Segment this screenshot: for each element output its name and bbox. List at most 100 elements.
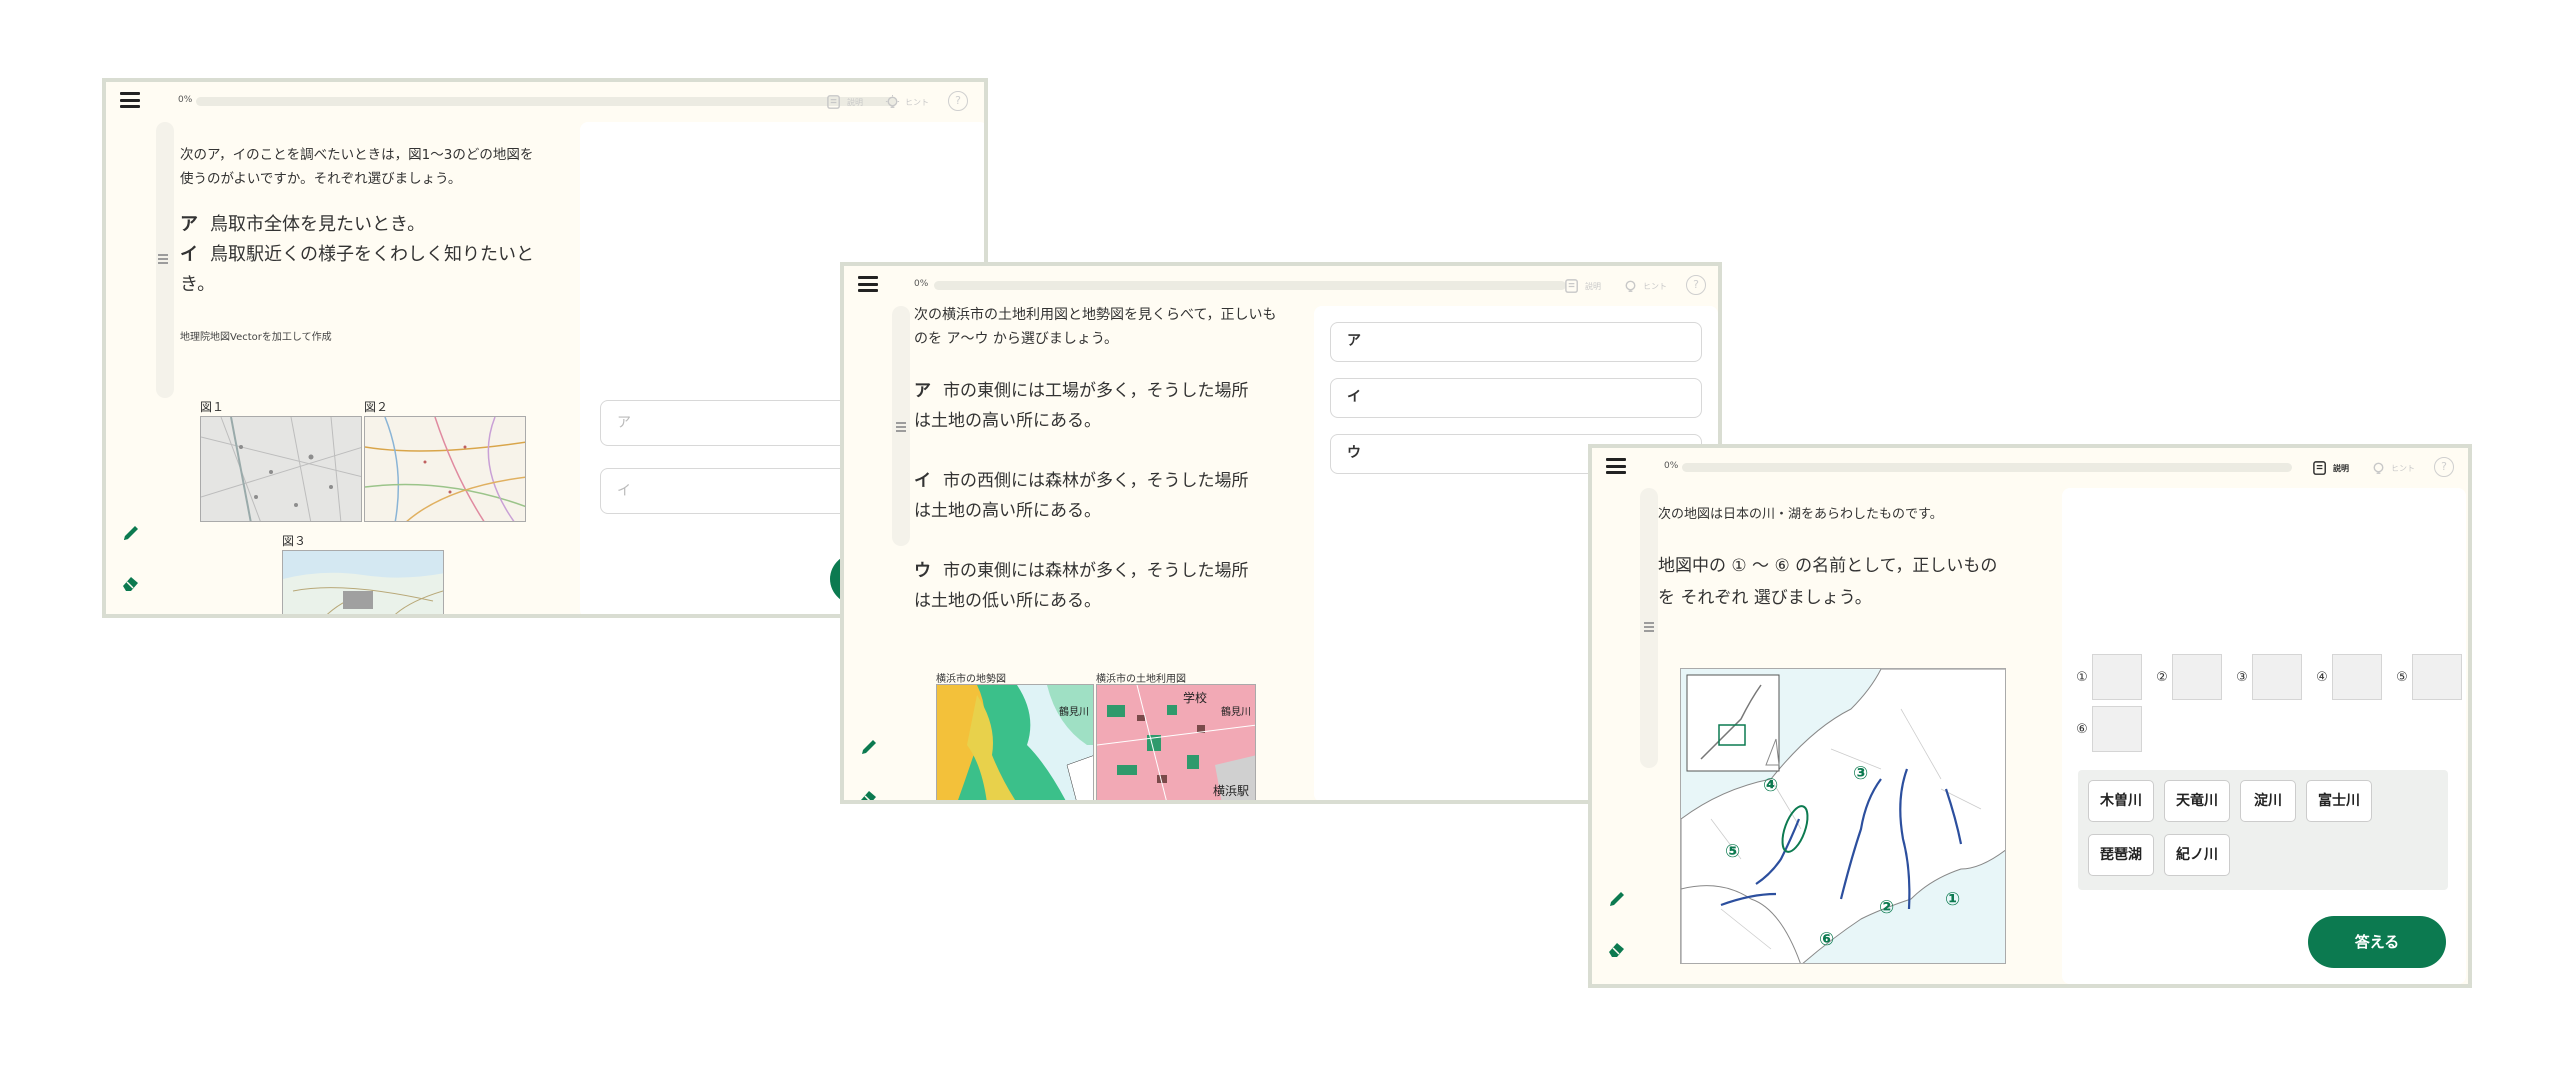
- map-label-fig3: 図３: [282, 534, 307, 548]
- statement-mark: イ: [914, 471, 931, 491]
- answer-slot-3[interactable]: [2252, 654, 2302, 700]
- map-marker-2: ②: [1879, 897, 1895, 918]
- explain-button[interactable]: 説明: [1564, 276, 1601, 296]
- lightbulb-icon: [885, 94, 900, 108]
- source-note: 地理院地図Vectorを加工して作成: [180, 332, 332, 343]
- station-label: 横浜駅: [1212, 784, 1249, 798]
- statement-b: イ市の西側には森林が多く，そうした場所: [914, 466, 1249, 496]
- map-label-fig1: 図１: [200, 400, 225, 414]
- choice-bank: 木曽川 天竜川 淀川 富士川 琵琶湖 紀ノ川: [2078, 770, 2448, 890]
- pencil-icon[interactable]: [1606, 888, 1628, 910]
- explanation-icon: [827, 94, 840, 109]
- help-icon[interactable]: ?: [2434, 457, 2454, 477]
- tool-rail: [1592, 488, 1642, 984]
- map-title-terrain: 横浜市の地勢図: [936, 674, 1006, 685]
- answer-slot-2[interactable]: [2172, 654, 2222, 700]
- question-text-line-1: 次のア，イのことを調べたいときは，図1〜3のどの地図を: [180, 147, 534, 163]
- school-label: 学校: [1182, 691, 1207, 705]
- statement-mark: イ: [180, 244, 198, 265]
- tool-rail: [106, 122, 156, 614]
- progress-bar: [934, 281, 1566, 290]
- river-label: 鶴見川: [1221, 707, 1251, 718]
- pencil-icon[interactable]: [858, 736, 880, 758]
- statement-text: 鳥取駅近くの様子をくわしく知りたいと: [210, 244, 534, 265]
- statement-b-continued: き。: [180, 274, 216, 295]
- lightbulb-icon: [2373, 462, 2384, 474]
- statement-a: ア市の東側には工場が多く，そうした場所: [914, 376, 1249, 406]
- progress-percent: 0%: [1664, 461, 1679, 471]
- map-marker-1: ①: [1945, 889, 1961, 910]
- slot-number-5: ⑤: [2396, 669, 2408, 685]
- statement-a-line2: は土地の高い所にある。: [914, 411, 1101, 431]
- help-icon[interactable]: ?: [948, 91, 968, 111]
- drag-handle-icon[interactable]: [896, 420, 906, 434]
- slot-number-3: ③: [2236, 669, 2248, 685]
- question-text-line-1: 地図中の ① 〜 ⑥ の名前として，正しいもの: [1658, 556, 1998, 576]
- choice-chip[interactable]: 木曽川: [2088, 780, 2154, 822]
- statement-text: 市の西側には森林が多く，そうした場所: [943, 471, 1249, 491]
- choice-chip[interactable]: 天竜川: [2164, 780, 2230, 822]
- map-label-fig2: 図２: [364, 400, 389, 414]
- top-bar: 0% 説明 ヒント ?: [1592, 448, 2468, 488]
- map-marker-3: ③: [1853, 763, 1869, 784]
- answer-button[interactable]: 答える: [2308, 916, 2446, 968]
- question-panel: 次の横浜市の土地利用図と地勢図を見くらべて，正しいも のを ア〜ウ から選びまし…: [910, 296, 1310, 800]
- choice-chip[interactable]: 紀ノ川: [2164, 834, 2230, 876]
- answer-slot-4[interactable]: [2332, 654, 2382, 700]
- eraser-icon[interactable]: [1606, 938, 1628, 960]
- answer-panel: ① ② ③ ④ ⑤ ⑥ 木曽川 天竜川 淀川 富士川 琵琶湖 紀ノ川 答える: [2062, 488, 2466, 984]
- answer-slot-6[interactable]: [2092, 706, 2142, 752]
- question-window-rivers: 0% 説明 ヒント ? 次の地図は日本の川・湖をあらわしたものです。 地図中の …: [1588, 444, 2472, 988]
- option-a[interactable]: ア: [1330, 322, 1702, 362]
- eraser-icon[interactable]: [120, 572, 142, 594]
- explain-button[interactable]: 説明: [2312, 458, 2349, 478]
- statement-c: ウ市の東側には森林が多く，そうした場所: [914, 556, 1249, 586]
- statement-mark: ア: [914, 381, 931, 401]
- pencil-icon[interactable]: [120, 522, 142, 544]
- statement-b: イ鳥取駅近くの様子をくわしく知りたいと: [180, 240, 534, 270]
- statement-c-line2: は土地の低い所にある。: [914, 591, 1101, 611]
- slot-number-4: ④: [2316, 669, 2328, 685]
- hamburger-menu-icon[interactable]: [1606, 457, 1626, 475]
- answer-slots-row-1: ① ② ③ ④ ⑤: [2072, 654, 2468, 700]
- choice-chip[interactable]: 富士川: [2306, 780, 2372, 822]
- hamburger-menu-icon[interactable]: [858, 275, 878, 293]
- slot-number-1: ①: [2076, 669, 2088, 685]
- map-marker-6: ⑥: [1819, 929, 1835, 950]
- progress-bar: [1682, 463, 2292, 472]
- drag-handle-icon[interactable]: [158, 252, 168, 266]
- progress-percent: 0%: [914, 279, 929, 289]
- drag-handle-icon[interactable]: [1644, 620, 1654, 634]
- map-terrain: 鶴見川: [936, 684, 1094, 800]
- statement-mark: ウ: [914, 561, 931, 581]
- eraser-icon[interactable]: [858, 786, 880, 804]
- choice-chip[interactable]: 淀川: [2240, 780, 2296, 822]
- answer-slot-5[interactable]: [2412, 654, 2462, 700]
- map-fig2: [364, 416, 526, 522]
- question-text-line-2: のを ア〜ウ から選びましょう。: [914, 331, 1119, 347]
- hint-button[interactable]: ヒント: [884, 92, 929, 112]
- choice-chip[interactable]: 琵琶湖: [2088, 834, 2154, 876]
- explain-button[interactable]: 説明: [826, 92, 863, 112]
- map-fig3: [282, 550, 444, 614]
- hint-button[interactable]: ヒント: [2370, 458, 2415, 478]
- statement-text: 市の東側には工場が多く，そうした場所: [943, 381, 1249, 401]
- question-text-line-2: 使うのがよいですか。それぞれ選びましょう。: [180, 171, 462, 187]
- map-title-landuse: 横浜市の土地利用図: [1096, 674, 1186, 685]
- help-icon[interactable]: ?: [1686, 275, 1706, 295]
- option-i[interactable]: イ: [1330, 378, 1702, 418]
- map-marker-5: ⑤: [1725, 841, 1741, 862]
- statement-b-line2: は土地の高い所にある。: [914, 501, 1101, 521]
- statement-text: 市の東側には森林が多く，そうした場所: [943, 561, 1249, 581]
- map-marker-4: ④: [1763, 775, 1779, 796]
- answer-slots-row-2: ⑥: [2072, 706, 2152, 752]
- explanation-icon: [2313, 460, 2326, 475]
- question-text-line-2: を それぞれ 選びましょう。: [1658, 588, 1872, 608]
- hint-button[interactable]: ヒント: [1622, 276, 1667, 296]
- hamburger-menu-icon[interactable]: [120, 91, 140, 109]
- progress-bar: [196, 97, 896, 106]
- question-panel: 次の地図は日本の川・湖をあらわしたものです。 地図中の ① 〜 ⑥ の名前として…: [1658, 488, 2032, 984]
- answer-slot-1[interactable]: [2092, 654, 2142, 700]
- explanation-icon: [1565, 278, 1578, 293]
- statement-mark: ア: [180, 214, 198, 235]
